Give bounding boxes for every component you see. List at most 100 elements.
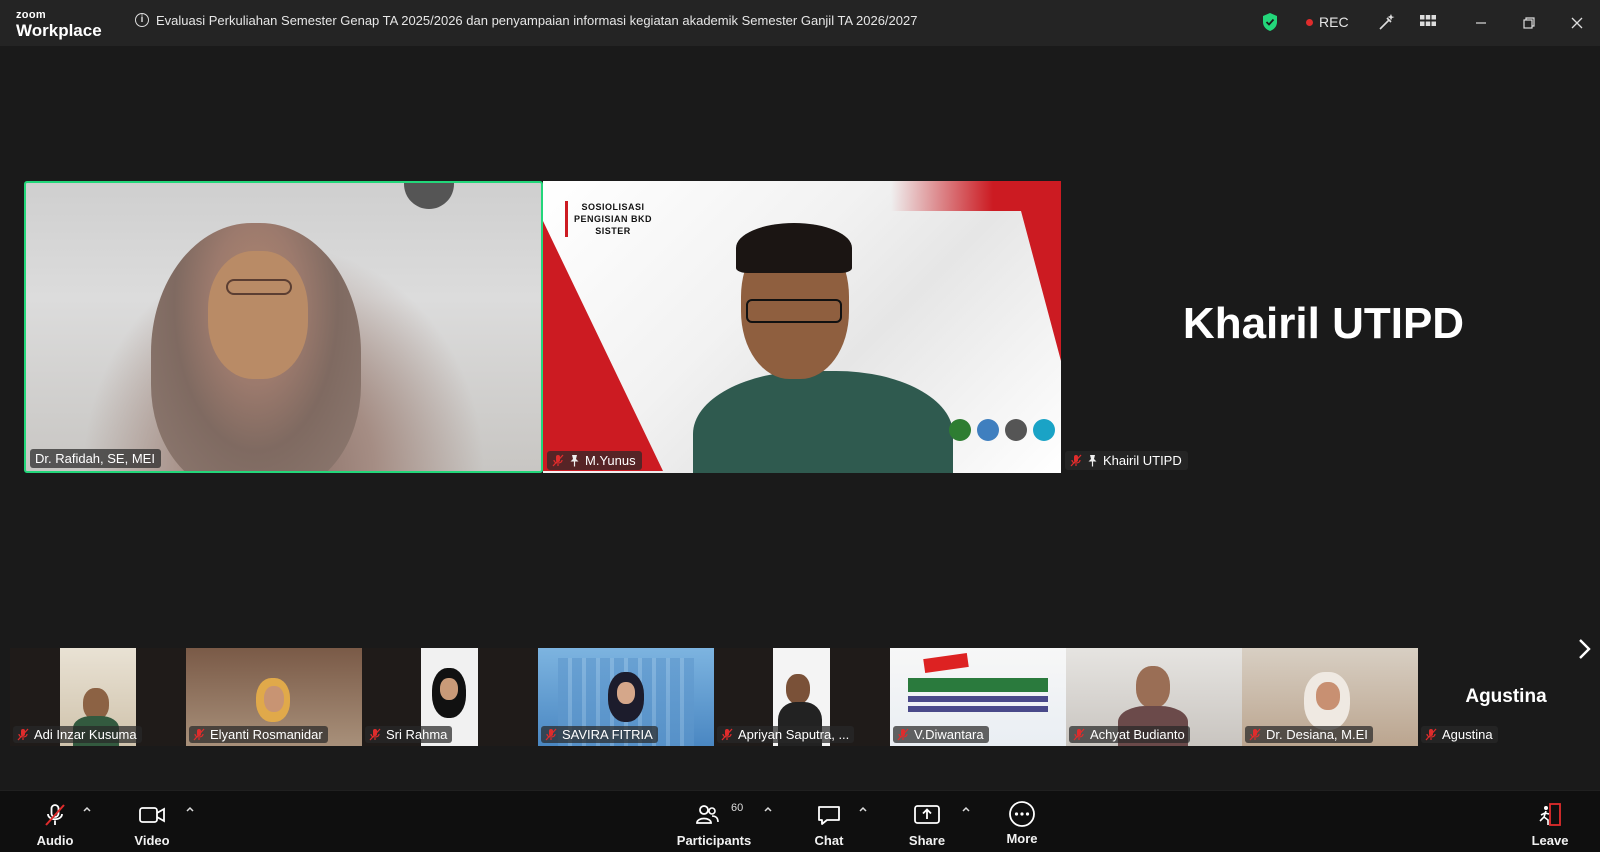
mic-muted-icon xyxy=(193,728,205,741)
name-tag: Apriyan Saputra, ... xyxy=(717,726,855,743)
participant-name: Achyat Budianto xyxy=(1090,727,1185,742)
share-screen-icon xyxy=(914,805,940,824)
slide-decor xyxy=(543,221,663,471)
glasses xyxy=(746,299,842,323)
participant-face xyxy=(1136,666,1170,708)
app-logo: zoom Workplace xyxy=(16,9,102,40)
name-tag: SAVIRA FITRIA xyxy=(541,726,658,743)
participant-shirt xyxy=(693,371,953,473)
gallery-tile[interactable]: Elyanti Rosmanidar xyxy=(186,648,362,746)
annotate-icon[interactable] xyxy=(1377,12,1397,32)
chevron-up-icon[interactable] xyxy=(81,803,93,815)
gallery-tile[interactable]: Dr. Desiana, M.EI xyxy=(1242,648,1418,746)
pin-icon xyxy=(1088,455,1097,467)
participant-face xyxy=(208,251,308,379)
chat-label: Chat xyxy=(814,833,844,848)
gallery-tile[interactable]: V.Diwantara xyxy=(890,648,1066,746)
name-tag: Dr. Desiana, M.EI xyxy=(1245,726,1373,743)
participant-name: Dr. Desiana, M.EI xyxy=(1266,727,1368,742)
participant-name: SAVIRA FITRIA xyxy=(562,727,653,742)
leave-label: Leave xyxy=(1531,833,1569,848)
gallery-tile[interactable]: SAVIRA FITRIA xyxy=(538,648,714,746)
name-tag: Sri Rahma xyxy=(365,726,453,743)
participant-name: Apriyan Saputra, ... xyxy=(738,727,850,742)
video-button[interactable]: Video xyxy=(127,791,177,852)
gallery-strip: Adi Inzar Kusuma Elyanti Rosmanidar Sri … xyxy=(0,648,1600,746)
brand-big: Workplace xyxy=(16,21,102,40)
mic-muted-icon xyxy=(1070,454,1082,467)
gallery-tile[interactable]: Sri Rahma xyxy=(362,648,538,746)
participant-face xyxy=(617,682,635,704)
brand-small: zoom xyxy=(16,9,46,21)
apps-grid-icon[interactable] xyxy=(1418,12,1438,32)
share-label: Share xyxy=(908,833,946,848)
participant-name: Adi Inzar Kusuma xyxy=(34,727,137,742)
participants-count: 60 xyxy=(731,802,744,814)
gallery-tile[interactable]: Agustina Agustina xyxy=(1418,648,1594,746)
close-icon[interactable] xyxy=(1564,10,1590,36)
mic-muted-icon xyxy=(721,728,733,741)
logo-blu-icon xyxy=(1033,419,1055,441)
mic-muted-icon xyxy=(369,728,381,741)
video-label: Video xyxy=(134,833,170,848)
chevron-up-icon[interactable] xyxy=(857,803,869,815)
name-tag: Khairil UTIPD xyxy=(1065,451,1188,470)
pin-icon xyxy=(570,455,579,467)
video-tile-speaker-3[interactable]: Khairil UTIPD Khairil UTIPD xyxy=(1061,181,1586,473)
video-camera-icon xyxy=(139,807,165,823)
share-button[interactable]: Share xyxy=(902,791,952,852)
mic-muted-icon xyxy=(897,728,909,741)
chat-icon xyxy=(818,806,840,825)
participants-button[interactable]: Participants xyxy=(676,791,752,852)
participant-name: Agustina xyxy=(1442,727,1493,742)
video-tile-speaker-2[interactable]: SOSIOLISASI PENGISIAN BKD SISTER M.Yunus xyxy=(543,181,1061,473)
mic-muted-icon xyxy=(45,804,65,826)
name-tag: Achyat Budianto xyxy=(1069,726,1190,743)
leave-button[interactable]: Leave xyxy=(1526,791,1574,852)
slide-decor xyxy=(891,181,1061,211)
meeting-toolbar: Audio Video Participants 60 Chat Share M… xyxy=(0,790,1600,852)
gallery-tile[interactable]: Adi Inzar Kusuma xyxy=(10,648,186,746)
participants-label: Participants xyxy=(676,833,752,848)
name-tag: M.Yunus xyxy=(547,451,642,470)
name-tag: Elyanti Rosmanidar xyxy=(189,726,328,743)
more-button[interactable]: More xyxy=(997,791,1047,852)
banner-subtitle-bar xyxy=(908,706,1048,712)
participant-face xyxy=(786,674,810,704)
mic-muted-icon xyxy=(552,454,564,467)
video-off-name: Agustina xyxy=(1465,686,1547,707)
banner-title-bar xyxy=(908,678,1048,692)
participants-icon xyxy=(696,805,719,824)
shield-icon[interactable] xyxy=(1261,12,1279,32)
chevron-right-icon[interactable] xyxy=(1574,636,1594,662)
meeting-title: Evaluasi Perkuliahan Semester Genap TA 2… xyxy=(156,13,918,28)
chevron-up-icon[interactable] xyxy=(762,803,774,815)
logo-campus-icon xyxy=(977,419,999,441)
restore-icon[interactable] xyxy=(1516,10,1542,36)
video-tile-speaker-1[interactable]: Dr. Rafidah, SE, MEI xyxy=(24,181,543,473)
recording-label: REC xyxy=(1319,14,1349,30)
recording-dot-icon xyxy=(1306,18,1313,26)
glasses xyxy=(226,279,292,295)
recording-indicator[interactable]: REC xyxy=(1306,14,1349,30)
mic-muted-icon xyxy=(545,728,557,741)
audio-button[interactable]: Audio xyxy=(30,791,80,852)
info-icon[interactable]: i xyxy=(135,13,149,27)
chevron-up-icon[interactable] xyxy=(184,803,196,815)
participant-name: M.Yunus xyxy=(585,453,636,468)
gallery-tile[interactable]: Apriyan Saputra, ... xyxy=(714,648,890,746)
gallery-tile[interactable]: Achyat Budianto xyxy=(1066,648,1242,746)
participant-face xyxy=(440,678,458,700)
banner-subtitle-bar xyxy=(908,696,1048,702)
chat-button[interactable]: Chat xyxy=(804,791,854,852)
name-tag: Agustina xyxy=(1421,726,1498,743)
audio-label: Audio xyxy=(36,833,74,848)
participant-face xyxy=(264,686,284,712)
participant-hair xyxy=(736,223,852,273)
participant-name: Dr. Rafidah, SE, MEI xyxy=(35,451,155,466)
chevron-up-icon[interactable] xyxy=(960,803,972,815)
minimize-icon[interactable] xyxy=(1468,10,1494,36)
participant-name: Sri Rahma xyxy=(386,727,448,742)
logo-lpm-icon xyxy=(1005,419,1027,441)
participant-name: Elyanti Rosmanidar xyxy=(210,727,323,742)
